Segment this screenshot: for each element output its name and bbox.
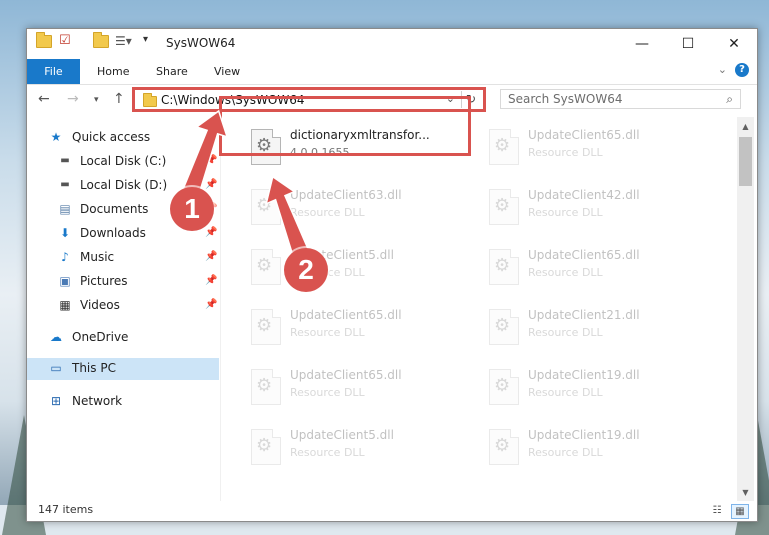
- step-1-badge: 1: [170, 187, 214, 231]
- step-2-badge: 2: [284, 248, 328, 292]
- arrow-1: [180, 109, 229, 199]
- annotation-arrows: [180, 109, 312, 264]
